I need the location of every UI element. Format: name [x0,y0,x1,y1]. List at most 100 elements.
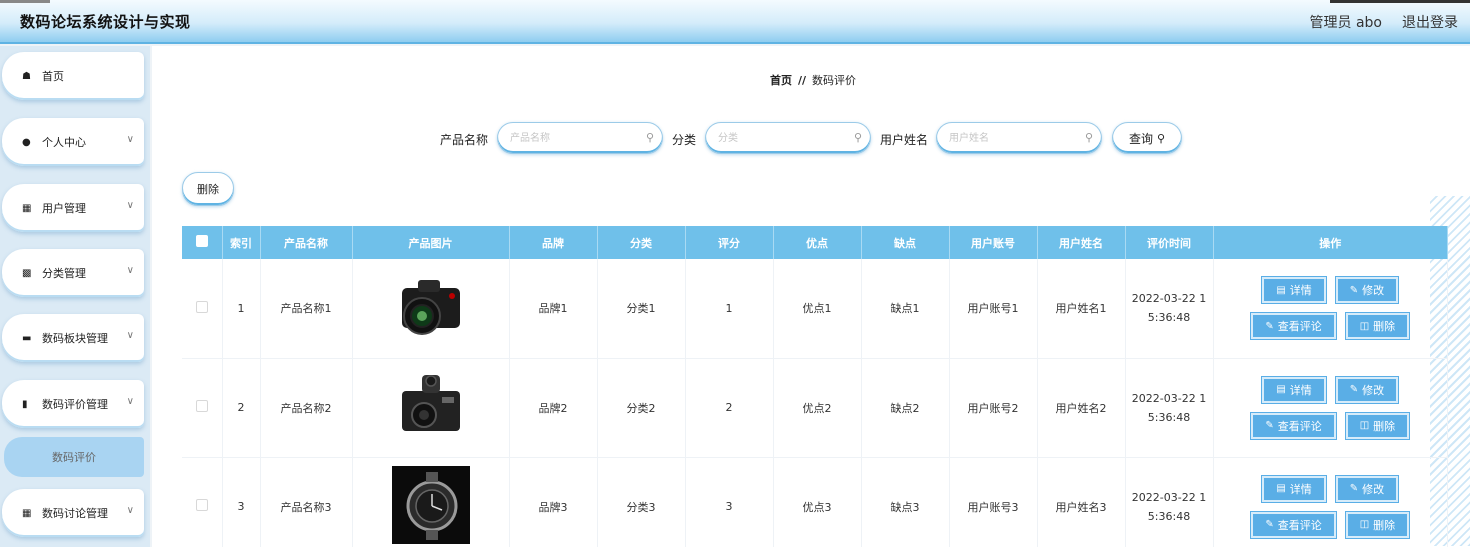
sidebar-item-label: 首页 [42,70,64,83]
breadcrumb-home[interactable]: 首页 [770,74,792,87]
admin-name: 管理员 abo [1309,15,1382,31]
button-label: 修改 [1362,383,1385,397]
cons-cell: 缺点3 [861,457,950,547]
row-checkbox[interactable] [195,300,208,313]
sidebar-item-label: 个人中心 [42,136,86,149]
edit-button[interactable]: ✎ 修改 [1335,475,1399,502]
pros-cell: 优点3 [773,457,862,547]
operations-cell: ▤ 详情 ✎ 修改 ✎ 查看评论 ◫ 删除 [1213,259,1448,359]
product-name-label: 产品名称 [440,133,489,147]
watch-image [391,466,470,544]
query-button[interactable]: 查询 ⚲ [1112,122,1182,154]
review-time-cell: 2022-03-22 1 5:36:48 [1125,259,1214,359]
sidebar-item-board-management[interactable]: ▬ 数码板块管理 ∨ [2,314,144,362]
row-checkbox[interactable] [195,400,208,412]
batch-delete-button[interactable]: 删除 [182,172,234,206]
app-header: 数码论坛系统设计与实现 管理员 abo 退出登录 [0,0,1470,44]
search-icon: ⚲ [1084,131,1093,144]
view-comments-button[interactable]: ✎ 查看评论 [1251,313,1336,340]
chart-icon: ▩ [22,267,32,279]
row-select-cell [182,358,223,458]
detail-button[interactable]: ▤ 详情 [1262,376,1326,403]
pencil-icon: ✎ [1265,519,1274,530]
button-label: 修改 [1362,482,1385,496]
chevron-down-icon: ∨ [126,396,134,407]
breadcrumb-separator: // [798,74,807,87]
view-comments-button[interactable]: ✎ 查看评论 [1251,412,1336,439]
button-label: 详情 [1289,284,1312,298]
brand-cell: 品牌2 [509,358,598,458]
detail-button[interactable]: ▤ 详情 [1262,475,1326,502]
column-header: 优点 [773,226,862,259]
detail-button[interactable]: ▤ 详情 [1262,277,1326,304]
review-time-cell: 2022-03-22 1 5:36:48 [1125,358,1214,458]
search-icon: ⚲ [645,131,654,144]
cons-cell: 缺点2 [861,358,950,458]
time-line: 5:36:48 [1147,311,1191,325]
sidebar-item-user-management[interactable]: ▦ 用户管理 ∨ [2,184,144,232]
sidebar-subitem-review[interactable]: 数码评价 [4,437,144,477]
top-edge-mark [1330,0,1470,3]
pencil-icon: ✎ [1349,384,1359,395]
pros-cell: 优点1 [773,259,862,359]
product-name-search: ⚲ [497,122,663,154]
pencil-icon: ✎ [1349,284,1359,296]
review-table: 索引 产品名称 产品图片 品牌 分类 评分 优点 缺点 用户账号 用户姓名 评价… [182,226,1448,547]
delete-button[interactable]: ◫ 删除 [1345,313,1410,340]
account-cell: 用户账号1 [949,259,1038,359]
column-header: 评分 [685,226,774,259]
table-row: 3 产品名称3 品牌3 分类3 3 优点3 缺点3 用户账号3 用户姓名3 20… [182,457,1448,547]
product-image-cell [352,358,510,458]
main-content: 首页 // 数码评价 产品名称 ⚲ 分类 ⚲ 用户姓名 ⚲ 查询 ⚲ 删除 索引 产… [152,46,1470,547]
select-all-checkbox[interactable] [195,235,208,247]
button-label: 查看评论 [1277,419,1322,433]
product-name-cell: 产品名称2 [260,358,353,458]
operations-cell: ▤ 详情 ✎ 修改 ✎ 查看评论 ◫ 删除 [1213,457,1448,547]
index-cell: 1 [222,259,261,359]
product-image-cell [352,457,510,547]
query-button-label: 查询 [1128,131,1153,146]
row-select-cell [182,259,223,359]
sidebar-item-discussion-management[interactable]: ▦ 数码讨论管理 ∨ [2,489,144,537]
sidebar-item-label: 用户管理 [42,202,86,215]
category-input[interactable] [718,123,848,153]
product-name-input[interactable] [510,123,640,153]
sidebar-item-personal-center[interactable]: ● 个人中心 ∨ [2,118,144,166]
column-header: 索引 [222,226,261,259]
document-icon: ▤ [1276,284,1286,296]
button-label: 删除 [1373,518,1396,532]
time-line: 2022-03-22 1 [1131,391,1207,405]
pencil-icon: ✎ [1265,420,1274,431]
logout-link[interactable]: 退出登录 [1402,12,1458,32]
row-checkbox[interactable] [195,499,208,511]
edit-button[interactable]: ✎ 修改 [1335,376,1399,403]
user-name-input[interactable] [949,123,1079,153]
delete-button[interactable]: ◫ 删除 [1345,412,1410,439]
column-header: 用户姓名 [1037,226,1126,259]
table-header-row: 索引 产品名称 产品图片 品牌 分类 评分 优点 缺点 用户账号 用户姓名 评价… [182,226,1448,259]
sidebar-item-home[interactable]: ☗ 首页 [2,52,144,100]
layers-icon: ▬ [22,332,32,344]
index-cell: 2 [222,358,261,458]
column-header: 缺点 [861,226,950,259]
trash-icon: ◫ [1359,519,1370,530]
score-cell: 3 [685,457,774,547]
edit-button[interactable]: ✎ 修改 [1335,277,1399,304]
sidebar-item-review-management[interactable]: ▮ 数码评价管理 ∨ [2,380,144,428]
document-icon: ▤ [1276,384,1286,395]
breadcrumb: 首页 // 数码评价 [770,72,856,88]
category-cell: 分类1 [597,259,686,359]
review-time-cell: 2022-03-22 1 5:36:48 [1125,457,1214,547]
row-select-cell [182,457,223,547]
user-name-search: ⚲ [936,122,1102,154]
button-label: 查看评论 [1277,320,1322,334]
account-cell: 用户账号2 [949,358,1038,458]
chevron-down-icon: ∨ [126,200,134,211]
button-label: 删除 [1373,320,1396,334]
camera-image [401,375,460,431]
view-comments-button[interactable]: ✎ 查看评论 [1251,511,1336,538]
grid-icon: ▦ [22,507,32,519]
sidebar-item-category-management[interactable]: ▩ 分类管理 ∨ [2,249,144,297]
pros-cell: 优点2 [773,358,862,458]
delete-button[interactable]: ◫ 删除 [1345,511,1410,538]
